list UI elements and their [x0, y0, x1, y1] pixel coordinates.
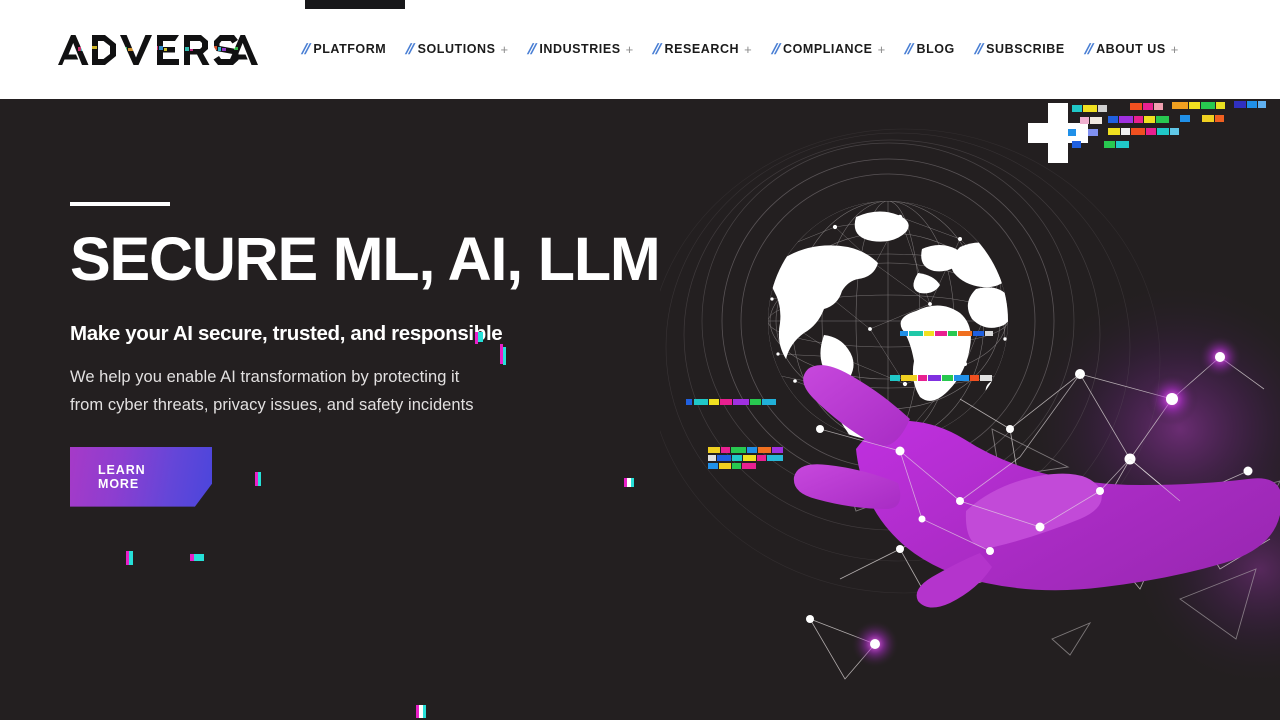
adversa-logo-icon	[58, 35, 258, 65]
nav-item-industries[interactable]: // INDUSTRIES +	[526, 41, 634, 58]
glitch-block	[416, 705, 419, 718]
nav-item-subscribe[interactable]: // SUBSCRIBE	[973, 41, 1065, 58]
nav-label: BLOG	[916, 42, 955, 57]
plus-icon[interactable]: +	[500, 43, 508, 56]
slash-icon: //	[300, 41, 310, 58]
plus-icon[interactable]: +	[626, 43, 634, 56]
nav-item-platform[interactable]: // PLATFORM	[300, 41, 387, 58]
nav-label: ABOUT US	[1096, 42, 1166, 57]
hero-body-line-2: from cyber threats, privacy issues, and …	[70, 395, 474, 414]
plus-icon[interactable]: +	[1171, 43, 1179, 56]
glitch-block	[129, 551, 133, 565]
nav-item-blog[interactable]: // BLOG	[903, 41, 955, 58]
nav-label: INDUSTRIES	[539, 42, 621, 57]
top-tab-marker	[305, 0, 405, 9]
main-navigation: // PLATFORM // SOLUTIONS + // INDUSTRIES…	[300, 0, 1179, 99]
slash-icon: //	[1083, 41, 1093, 58]
glitch-block	[126, 551, 129, 565]
glitch-block	[423, 705, 426, 718]
slash-icon: //	[652, 41, 661, 58]
nav-item-about-us[interactable]: // ABOUT US +	[1083, 41, 1179, 58]
accent-rule	[70, 202, 170, 206]
slash-icon: //	[903, 41, 913, 58]
nav-item-compliance[interactable]: // COMPLIANCE +	[770, 41, 886, 58]
nav-label: SOLUTIONS	[417, 42, 496, 57]
learn-more-button[interactable]: LEARN MORE	[70, 446, 212, 507]
brand-logo[interactable]	[58, 33, 258, 67]
page-title: SECURE ML, AI, LLM	[70, 225, 661, 293]
slash-icon: //	[973, 41, 983, 58]
plus-icon[interactable]: +	[878, 43, 886, 56]
landing-page: // PLATFORM // SOLUTIONS + // INDUSTRIES…	[0, 0, 1280, 720]
hero-subheadline: Make your AI secure, trusted, and respon…	[70, 322, 503, 346]
nav-item-research[interactable]: // RESEARCH +	[652, 41, 752, 58]
slash-icon: //	[405, 41, 414, 58]
plus-icon[interactable]: +	[744, 43, 752, 56]
nav-label: PLATFORM	[313, 42, 387, 57]
nav-label: RESEARCH	[664, 42, 740, 57]
site-header: // PLATFORM // SOLUTIONS + // INDUSTRIES…	[0, 0, 1280, 99]
hero-body-line-1: We help you enable AI transformation by …	[70, 367, 460, 386]
hero-artwork	[660, 99, 1280, 720]
globe-hand-illustration	[660, 99, 1280, 720]
nav-item-solutions[interactable]: // SOLUTIONS +	[405, 41, 508, 58]
glitch-block	[190, 554, 194, 561]
hero-content: SECURE ML, AI, LLM Make your AI secure, …	[70, 99, 750, 507]
slash-icon: //	[526, 41, 536, 58]
hero-body-text: We help you enable AI transformation by …	[70, 364, 750, 420]
glitch-block	[194, 554, 204, 561]
slash-icon: //	[770, 41, 780, 58]
hero-section: SECURE ML, AI, LLM Make your AI secure, …	[0, 99, 1280, 720]
nav-label: COMPLIANCE	[783, 42, 873, 57]
glitch-block	[419, 705, 423, 718]
nav-label: SUBSCRIBE	[986, 42, 1065, 57]
